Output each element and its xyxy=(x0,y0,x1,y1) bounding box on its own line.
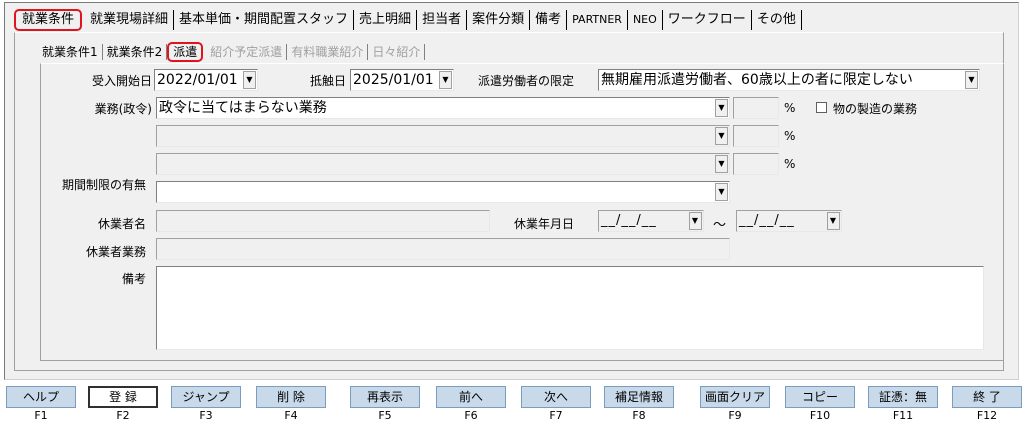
evidence-button[interactable]: 証憑：無 xyxy=(868,386,938,408)
tab-sales-details[interactable]: 売上明細 xyxy=(354,10,418,30)
chevron-down-icon[interactable]: ▼ xyxy=(439,71,452,89)
tab-partner[interactable]: PARTNER xyxy=(567,10,628,30)
exit-button[interactable]: 終 了 xyxy=(952,386,1022,408)
chevron-down-icon[interactable]: ▼ xyxy=(243,71,256,89)
top-tab-strip: 就業条件 就業現場詳細 基本単価・期間配置スタッフ 売上明細 担当者 案件分類 … xyxy=(14,8,802,32)
clear-screen-button[interactable]: 画面クリア xyxy=(700,386,770,408)
work-select-3[interactable]: ▼ xyxy=(156,153,730,175)
function-key-bar: ヘルプ F1 登 録 F2 ジャンプ F3 削 除 F4 再表示 F5 前へ F… xyxy=(0,386,1024,428)
subtab-daily-referral[interactable]: 日々紹介 xyxy=(368,44,426,60)
chevron-down-icon[interactable]: ▼ xyxy=(827,212,840,230)
leave-name-label: 休業者名 xyxy=(97,217,146,231)
chevron-down-icon[interactable]: ▼ xyxy=(715,99,728,117)
subtab-work-conditions-2[interactable]: 就業条件2 xyxy=(103,44,168,60)
worker-limit-label: 派遣労働者の限定 xyxy=(478,74,575,88)
previous-button[interactable]: 前へ xyxy=(436,386,506,408)
chevron-down-icon[interactable]: ▼ xyxy=(965,71,978,89)
tilde: ～ xyxy=(713,218,727,233)
delete-button[interactable]: 削 除 xyxy=(256,386,326,408)
fkey-label: F1 xyxy=(34,409,48,422)
fkey-label: F12 xyxy=(976,409,998,422)
work-percent-2[interactable] xyxy=(733,125,779,147)
percent-sign: % xyxy=(784,157,796,171)
tab-site-details[interactable]: 就業現場詳細 xyxy=(85,10,175,30)
fkey-label: F5 xyxy=(378,409,392,422)
fkey-label: F6 xyxy=(464,409,478,422)
chevron-down-icon[interactable]: ▼ xyxy=(715,155,728,173)
work-label: 業務(政令) xyxy=(94,102,152,116)
chevron-down-icon[interactable]: ▼ xyxy=(715,127,728,145)
tab-workflow[interactable]: ワークフロー xyxy=(663,10,752,30)
tab-other[interactable]: その他 xyxy=(752,10,802,30)
subtab-work-conditions-1[interactable]: 就業条件1 xyxy=(38,44,103,60)
remarks-textarea[interactable] xyxy=(156,266,984,350)
period-limit-select[interactable]: ▼ xyxy=(156,181,730,203)
fkey-label: F7 xyxy=(549,409,563,422)
leave-end-date[interactable]: __/__/__ ▼ xyxy=(736,210,842,232)
percent-sign: % xyxy=(784,101,796,115)
fkey-label: F4 xyxy=(284,409,298,422)
jump-button[interactable]: ジャンプ xyxy=(171,386,241,408)
fkey-label: F8 xyxy=(632,409,646,422)
worker-limit-select[interactable]: 無期雇用派遣労働者、60歳以上の者に限定しない ▼ xyxy=(598,69,980,91)
leave-period-label: 休業年月日 xyxy=(514,217,575,231)
conflict-date-label: 抵触日 xyxy=(309,74,346,88)
work-percent-1[interactable] xyxy=(733,97,779,119)
conflict-date[interactable]: 2025/01/01 ▼ xyxy=(350,69,454,91)
tab-unit-price-staff[interactable]: 基本単価・期間配置スタッフ xyxy=(174,10,355,30)
tab-work-conditions[interactable]: 就業条件 xyxy=(14,9,83,31)
accept-start-label: 受入開始日 xyxy=(91,74,152,88)
fkey-label: F9 xyxy=(728,409,742,422)
accept-start-date[interactable]: 2022/01/01 ▼ xyxy=(154,69,258,91)
subtab-dispatch[interactable]: 派遣 xyxy=(167,42,204,62)
fkey-label: F10 xyxy=(809,409,831,422)
supplement-button[interactable]: 補足情報 xyxy=(604,386,674,408)
fkey-label: F11 xyxy=(892,409,914,422)
subtab-referral-dispatch[interactable]: 紹介予定派遣 xyxy=(206,44,288,60)
manufacturing-label: 物の製造の業務 xyxy=(833,102,918,116)
remarks-label: 備考 xyxy=(121,272,146,286)
work-select-1[interactable]: 政令に当てはまらない業務 ▼ xyxy=(156,97,730,119)
copy-button[interactable]: コピー xyxy=(785,386,855,408)
leave-work-input[interactable] xyxy=(156,238,730,260)
tab-case-category[interactable]: 案件分類 xyxy=(467,10,531,30)
register-button[interactable]: 登 録 xyxy=(88,386,158,408)
chevron-down-icon[interactable]: ▼ xyxy=(689,212,702,230)
manufacturing-checkbox[interactable] xyxy=(816,102,827,113)
leave-work-label: 休業者業務 xyxy=(85,245,146,259)
next-button[interactable]: 次へ xyxy=(521,386,591,408)
fkey-label: F2 xyxy=(116,409,130,422)
work-percent-3[interactable] xyxy=(733,153,779,175)
help-button[interactable]: ヘルプ xyxy=(6,386,76,408)
fkey-label: F3 xyxy=(199,409,213,422)
period-limit-label: 期間制限の有無 xyxy=(61,178,146,192)
work-select-2[interactable]: ▼ xyxy=(156,125,730,147)
refresh-button[interactable]: 再表示 xyxy=(350,386,420,408)
subtab-paid-placement[interactable]: 有料職業紹介 xyxy=(287,44,369,60)
tab-person-in-charge[interactable]: 担当者 xyxy=(417,10,468,30)
tab-remarks[interactable]: 備考 xyxy=(530,10,568,30)
leave-name-input[interactable] xyxy=(156,210,490,232)
percent-sign: % xyxy=(784,129,796,143)
tab-neo[interactable]: NEO xyxy=(628,10,663,30)
leave-start-date[interactable]: __/__/__ ▼ xyxy=(598,210,704,232)
sub-tab-strip: 就業条件1 就業条件2 派遣 紹介予定派遣 有料職業紹介 日々紹介 xyxy=(38,41,426,63)
chevron-down-icon[interactable]: ▼ xyxy=(715,183,728,201)
